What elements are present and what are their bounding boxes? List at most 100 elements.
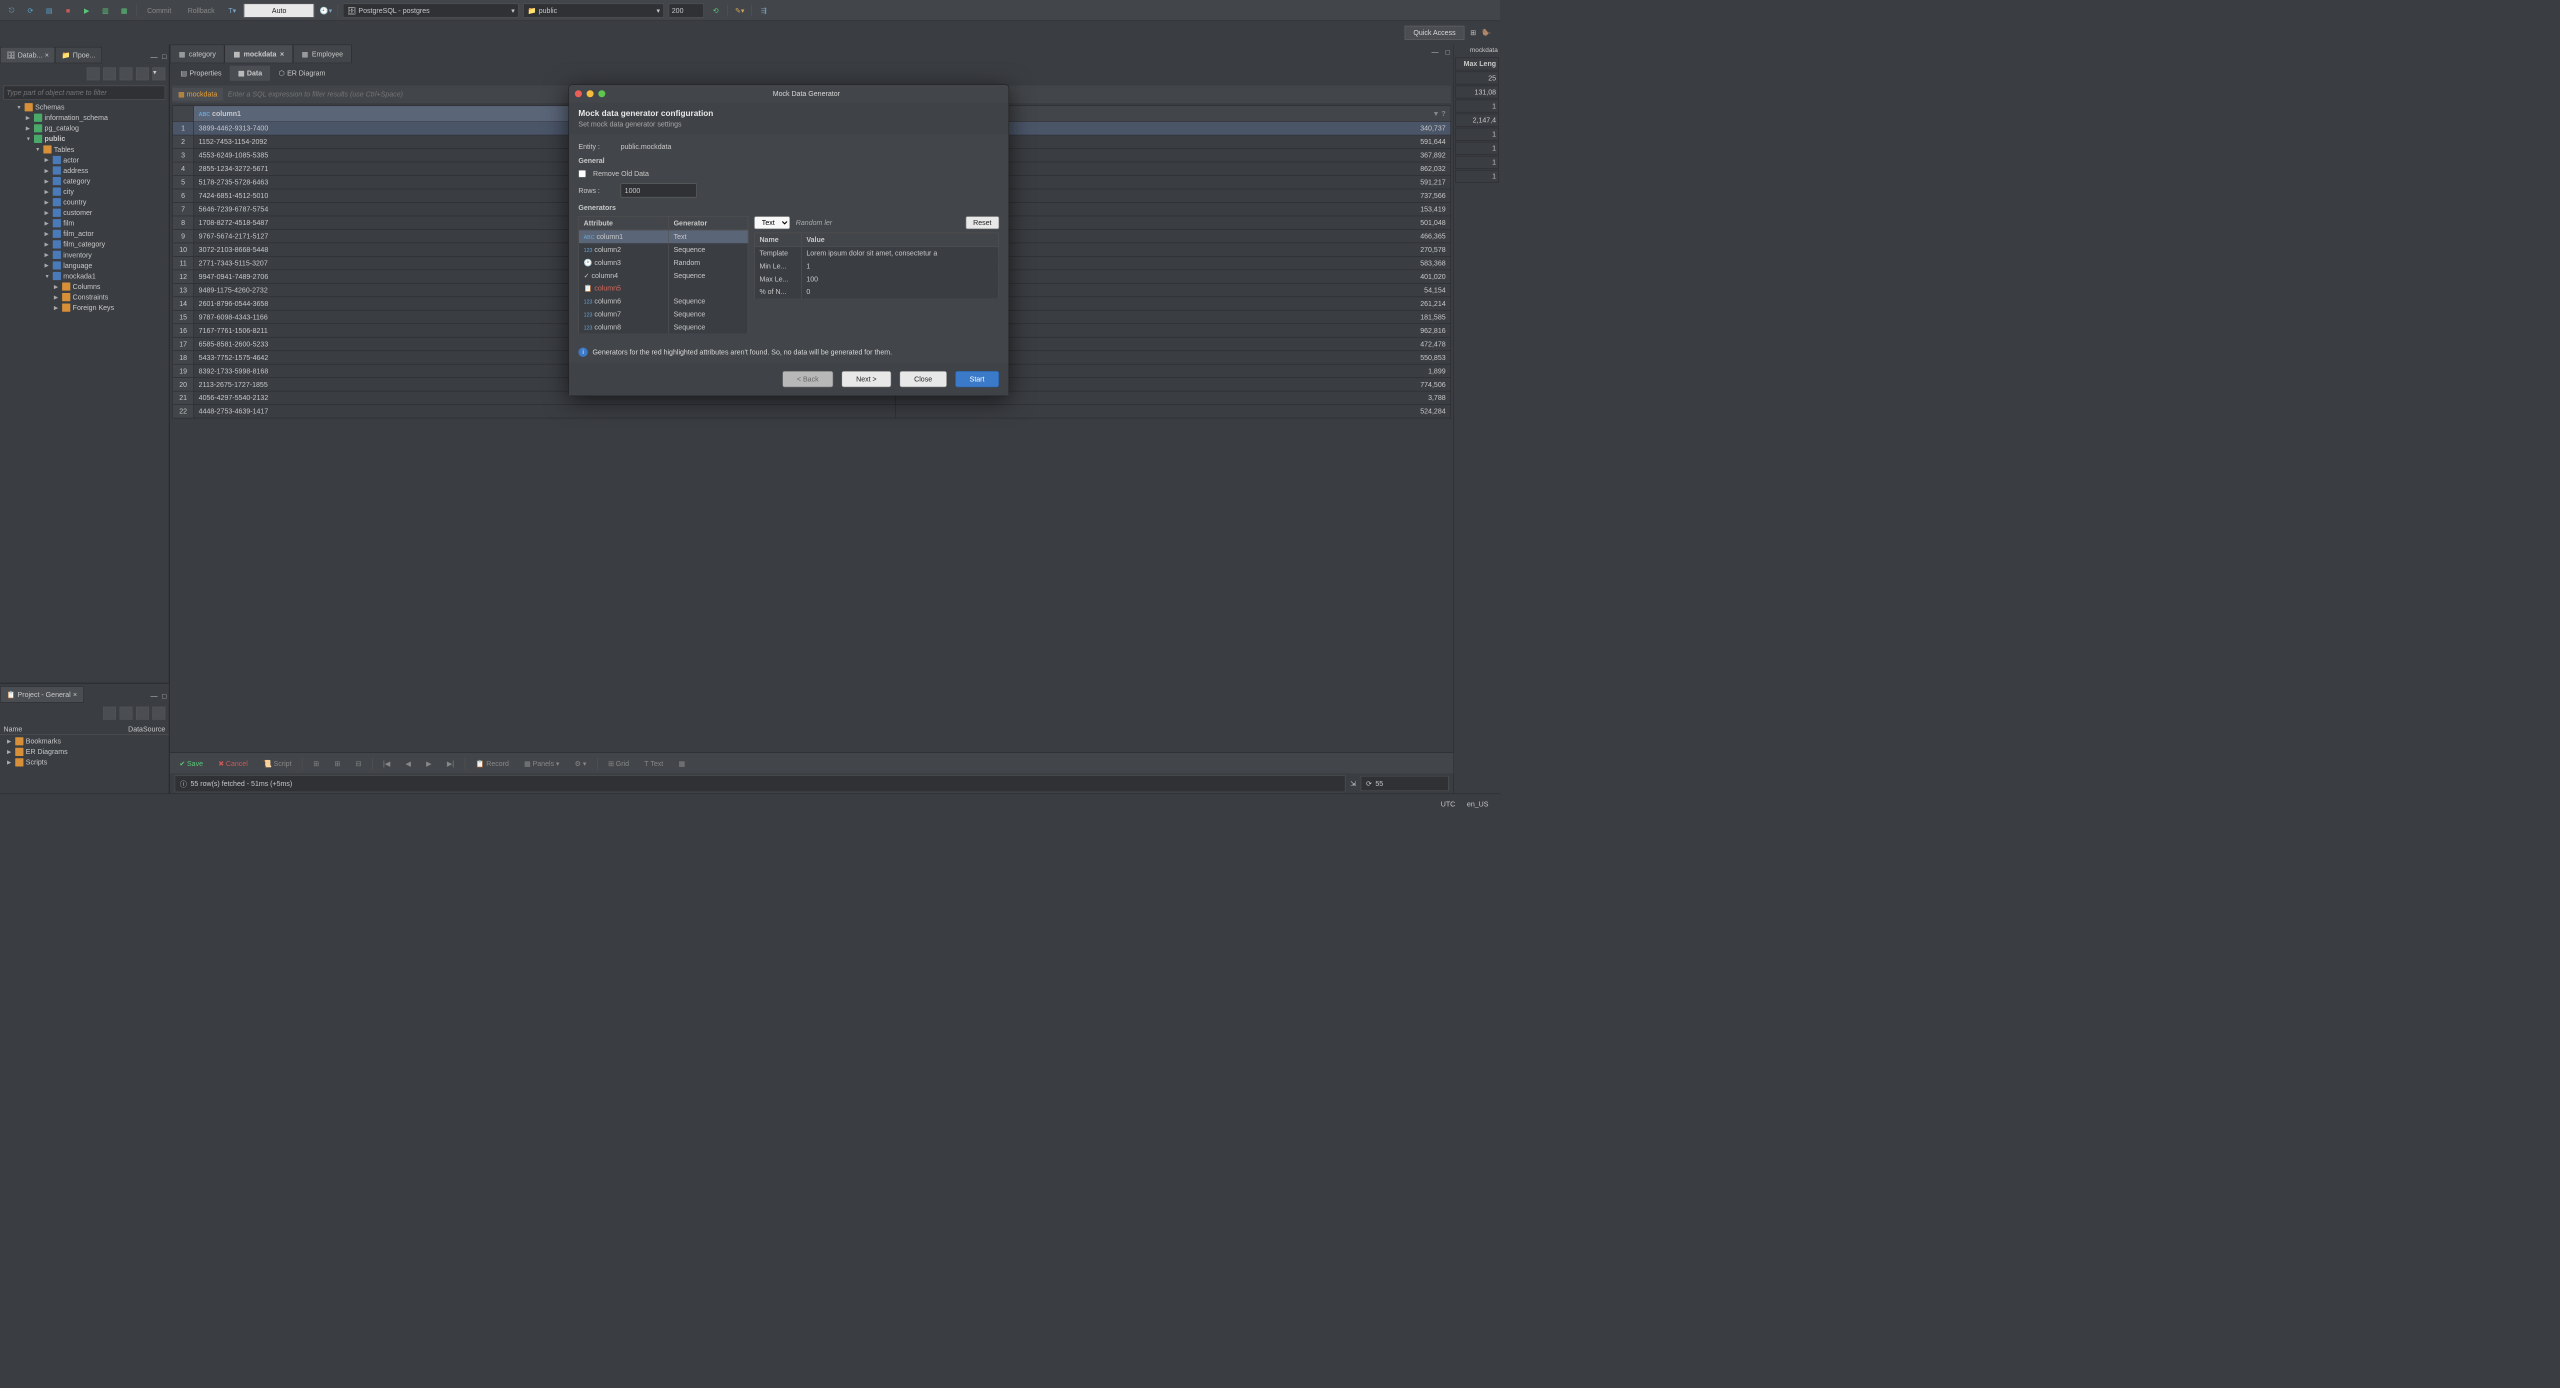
gen-type[interactable]: Text bbox=[669, 230, 748, 243]
tab-mockdata[interactable]: ▦ mockdata × bbox=[225, 45, 293, 64]
record-button[interactable]: 📋 Record bbox=[471, 757, 514, 769]
nav-filter-input[interactable] bbox=[4, 86, 166, 100]
config-icon[interactable]: ⚙ ▾ bbox=[570, 757, 591, 769]
maximize-icon[interactable]: □ bbox=[160, 50, 169, 63]
nav-collapse-icon[interactable] bbox=[103, 67, 116, 80]
table-film[interactable]: ▶film bbox=[2, 218, 166, 229]
generator-props-table[interactable]: NameValue TemplateLorem ipsum dolor sit … bbox=[754, 233, 999, 299]
stop-icon[interactable]: ■ bbox=[61, 3, 75, 17]
table-language[interactable]: ▶language bbox=[2, 260, 166, 271]
row-num[interactable]: 22 bbox=[173, 405, 194, 418]
table-actor[interactable]: ▶actor bbox=[2, 155, 166, 166]
row-num[interactable]: 11 bbox=[173, 256, 194, 269]
panels-button[interactable]: ▦ Panels ▾ bbox=[519, 757, 564, 769]
connection-combo[interactable]: 🗄 PostgreSQL - postgres▾ bbox=[343, 3, 519, 17]
del-row-icon[interactable]: ⊟ bbox=[351, 757, 366, 769]
row-num[interactable]: 3 bbox=[173, 149, 194, 162]
tab-employee[interactable]: ▦ Employee bbox=[293, 45, 352, 64]
project-collapse-icon[interactable] bbox=[120, 707, 133, 720]
script-icon[interactable]: ▥ bbox=[98, 3, 112, 17]
save-button[interactable]: ✔ Save bbox=[175, 757, 208, 769]
row-num[interactable]: 21 bbox=[173, 391, 194, 404]
tx-mode-icon[interactable]: T▾ bbox=[225, 3, 239, 17]
node-foreign-keys[interactable]: ▶Foreign Keys bbox=[2, 302, 166, 313]
quick-access-button[interactable]: Quick Access bbox=[1405, 26, 1465, 40]
row-num[interactable]: 5 bbox=[173, 176, 194, 189]
row-num[interactable]: 4 bbox=[173, 162, 194, 175]
remove-old-data-checkbox[interactable] bbox=[578, 170, 586, 178]
minimize-icon[interactable]: — bbox=[148, 50, 160, 63]
maximize-icon[interactable]: □ bbox=[1442, 45, 1453, 64]
project-scripts[interactable]: ▶Scripts bbox=[2, 757, 166, 768]
table-category[interactable]: ▶category bbox=[2, 176, 166, 187]
table-mockada1[interactable]: ▼mockada1 bbox=[2, 271, 166, 282]
window-close-icon[interactable] bbox=[575, 90, 582, 97]
table-country[interactable]: ▶country bbox=[2, 197, 166, 208]
add-row-icon[interactable]: ⊞ bbox=[309, 757, 324, 769]
reset-button[interactable]: Reset bbox=[966, 216, 1000, 229]
script2-icon[interactable]: ▦ bbox=[117, 3, 131, 17]
table-film-actor[interactable]: ▶film_actor bbox=[2, 229, 166, 240]
timezone-label[interactable]: UTC bbox=[1441, 800, 1455, 808]
cell[interactable]: 524,284 bbox=[896, 405, 1451, 418]
row-num[interactable]: 17 bbox=[173, 337, 194, 350]
locale-label[interactable]: en_US bbox=[1467, 800, 1489, 808]
table-inventory[interactable]: ▶inventory bbox=[2, 250, 166, 261]
gen-attr[interactable]: 123 column6 bbox=[579, 295, 669, 308]
row-num[interactable]: 13 bbox=[173, 283, 194, 296]
node-columns[interactable]: ▶Columns bbox=[2, 281, 166, 292]
perspective-icon[interactable]: ⊞ bbox=[1470, 29, 1476, 37]
cancel-button[interactable]: ✖ Cancel bbox=[214, 757, 253, 769]
row-num[interactable]: 7 bbox=[173, 202, 194, 215]
row-num[interactable]: 8 bbox=[173, 216, 194, 229]
node-tables[interactable]: ▼Tables bbox=[2, 144, 166, 155]
minimize-icon[interactable]: — bbox=[1428, 45, 1442, 64]
row-num[interactable]: 9 bbox=[173, 229, 194, 242]
subtab-data[interactable]: ▦ Data bbox=[230, 66, 271, 81]
close-icon[interactable]: × bbox=[280, 50, 284, 58]
prev-page-icon[interactable]: ◀ bbox=[401, 757, 416, 769]
gen-type[interactable] bbox=[669, 282, 748, 295]
link-icon[interactable]: ⇶ bbox=[757, 3, 771, 17]
auto-commit-combo[interactable]: Auto bbox=[244, 3, 314, 17]
tab-database-navigator[interactable]: 🗄 Datab... × bbox=[0, 47, 55, 63]
project-settings-icon[interactable] bbox=[103, 707, 116, 720]
table-film-category[interactable]: ▶film_category bbox=[2, 239, 166, 250]
close-icon[interactable]: × bbox=[73, 690, 77, 698]
table-address[interactable]: ▶address bbox=[2, 165, 166, 176]
json-view-icon[interactable]: ▦ bbox=[674, 757, 690, 769]
pencil-icon[interactable]: ✎▾ bbox=[733, 3, 747, 17]
gen-attr[interactable]: 123 column2 bbox=[579, 243, 669, 256]
gen-type[interactable]: Sequence bbox=[669, 269, 748, 282]
history-icon[interactable]: 🕘▾ bbox=[319, 3, 333, 17]
row-num[interactable]: 18 bbox=[173, 351, 194, 364]
tab-projects[interactable]: 📁 Прое... bbox=[55, 47, 102, 63]
row-num[interactable]: 10 bbox=[173, 243, 194, 256]
next-page-icon[interactable]: ▶ bbox=[421, 757, 436, 769]
nav-link-icon[interactable] bbox=[120, 67, 133, 80]
row-num[interactable]: 20 bbox=[173, 378, 194, 391]
gen-type[interactable]: Sequence bbox=[669, 243, 748, 256]
new-connection-icon[interactable]: ⎋ bbox=[5, 3, 19, 17]
gen-attr[interactable]: ABC column1 bbox=[579, 230, 669, 243]
row-num[interactable]: 16 bbox=[173, 324, 194, 337]
refresh-icon[interactable]: ⟳ bbox=[23, 3, 37, 17]
gen-attr[interactable]: 📋 column5 bbox=[579, 282, 669, 295]
row-num[interactable]: 12 bbox=[173, 270, 194, 283]
gen-attr[interactable]: 🕐 column3 bbox=[579, 256, 669, 269]
dup-row-icon[interactable]: ⊞ bbox=[330, 757, 345, 769]
close-icon[interactable]: × bbox=[45, 51, 49, 59]
sql-editor-icon[interactable]: ▤ bbox=[42, 3, 56, 17]
row-num[interactable]: 6 bbox=[173, 189, 194, 202]
generator-type-select[interactable]: Text bbox=[754, 216, 790, 229]
gen-type[interactable]: Sequence bbox=[669, 308, 748, 321]
nav-refresh-icon[interactable] bbox=[136, 67, 149, 80]
tab-category[interactable]: ▦ category bbox=[170, 45, 225, 64]
rollback-button[interactable]: Rollback bbox=[182, 4, 221, 16]
project-bookmarks[interactable]: ▶Bookmarks bbox=[2, 736, 166, 747]
node-schemas[interactable]: ▼Schemas bbox=[2, 102, 166, 113]
text-view-button[interactable]: T Text bbox=[640, 757, 668, 769]
project-link-icon[interactable] bbox=[136, 707, 149, 720]
last-page-icon[interactable]: ▶| bbox=[442, 757, 459, 769]
gen-attr[interactable]: ✓ column4 bbox=[579, 269, 669, 282]
